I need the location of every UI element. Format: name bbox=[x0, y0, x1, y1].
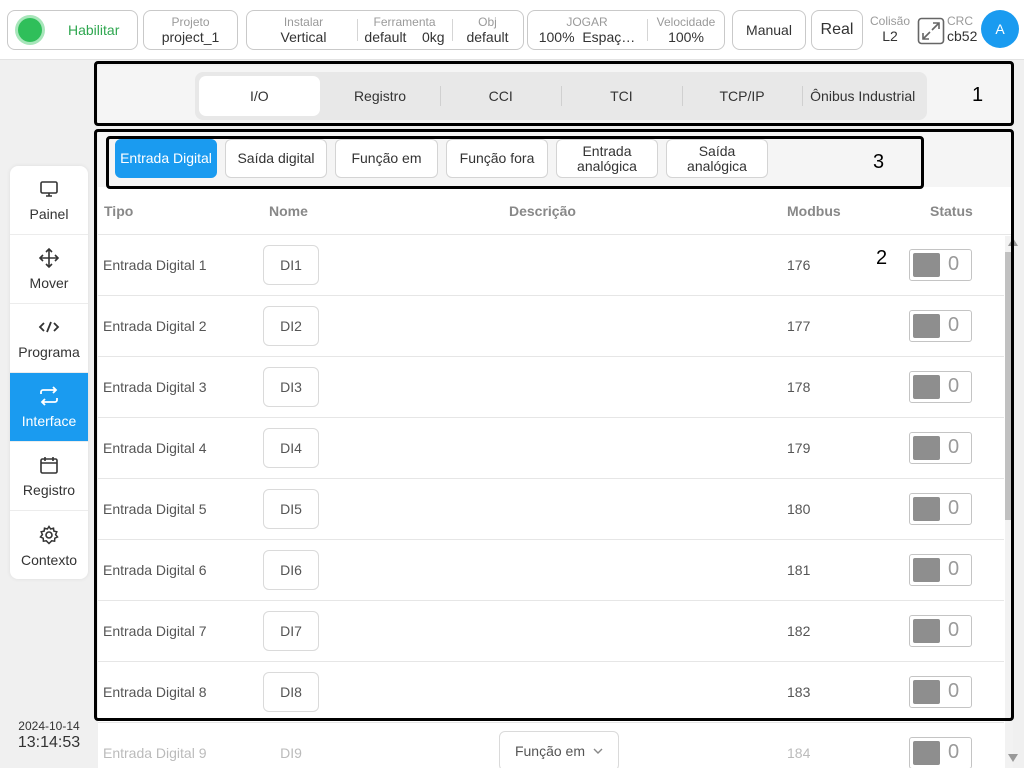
calendar-icon bbox=[38, 454, 60, 476]
function-dropdown-value: Função em bbox=[514, 743, 586, 759]
scroll-down-arrow-icon[interactable] bbox=[1008, 754, 1018, 762]
monitor-icon bbox=[38, 178, 60, 200]
sidebar-item-registro[interactable]: Registro bbox=[10, 442, 88, 511]
swap-arrows-icon bbox=[38, 385, 60, 407]
project-value: project_1 bbox=[161, 28, 220, 45]
tool-weight: 0kg bbox=[422, 28, 445, 45]
sidebar-item-label: Contexto bbox=[20, 551, 78, 568]
obj-label: Obj bbox=[478, 14, 497, 29]
install-value: Vertical bbox=[280, 28, 327, 45]
crc-label: CRC bbox=[947, 14, 973, 28]
project-selector[interactable]: Projeto project_1 bbox=[143, 10, 238, 50]
datetime: 2024-10-14 13:14:53 bbox=[10, 719, 88, 752]
install-tool-obj-group[interactable]: Instalar Vertical Ferramenta default 0kg… bbox=[246, 10, 524, 50]
gear-icon bbox=[38, 524, 60, 546]
sidebar-item-label: Registro bbox=[22, 482, 76, 498]
collision-label: Colisão bbox=[869, 14, 911, 28]
avatar[interactable]: A bbox=[981, 10, 1019, 48]
status-toggle[interactable]: 0 bbox=[909, 737, 972, 768]
crc-value: cb52 bbox=[947, 28, 978, 44]
sidebar-item-label: Painel bbox=[29, 206, 69, 222]
enable-label: Habilitar bbox=[68, 22, 120, 38]
expand-icon[interactable] bbox=[917, 17, 945, 45]
annotation-box-subtabs bbox=[106, 136, 924, 189]
annotation-number: 3 bbox=[873, 151, 885, 173]
speed-value: 100% bbox=[668, 28, 704, 45]
install-label: Instalar bbox=[283, 14, 324, 29]
top-bar: Habilitar Projeto project_1 Instalar Ver… bbox=[0, 0, 1024, 60]
project-label: Projeto bbox=[171, 14, 210, 29]
sidebar: Painel Mover Programa Interface Registro… bbox=[10, 166, 88, 579]
annotation-box-table bbox=[94, 129, 1014, 721]
manual-mode-button[interactable]: Manual bbox=[732, 10, 806, 50]
crc-display: CRC cb52 bbox=[947, 14, 981, 45]
row-modbus: 184 bbox=[787, 745, 811, 761]
row-tipo: Entrada Digital 9 bbox=[103, 745, 207, 761]
date-text: 2024-10-14 bbox=[18, 719, 80, 733]
enable-button[interactable]: Habilitar bbox=[7, 10, 138, 50]
status-value: 0 bbox=[948, 741, 960, 763]
jog-space: Espaç… bbox=[582, 28, 636, 45]
time-text: 13:14:53 bbox=[17, 734, 81, 751]
sidebar-item-label: Programa bbox=[18, 344, 80, 360]
collision-level[interactable]: Colisão L2 bbox=[867, 14, 913, 45]
jog-speed-group[interactable]: JOGAR 100% Espaç… Velocidade 100% bbox=[527, 10, 725, 50]
move-arrows-icon bbox=[38, 247, 60, 269]
tool-value: default bbox=[364, 28, 407, 45]
table-row: Entrada Digital 9 DI9 Função em 184 0 bbox=[98, 723, 1004, 768]
sidebar-item-contexto[interactable]: Contexto bbox=[10, 511, 88, 579]
chevron-down-icon bbox=[593, 748, 603, 754]
real-mode-button[interactable]: Real bbox=[811, 10, 863, 50]
annotation-number: 1 bbox=[972, 84, 984, 106]
jog-value: 100% bbox=[538, 28, 575, 45]
sidebar-item-programa[interactable]: Programa bbox=[10, 304, 88, 373]
function-dropdown[interactable]: Função em bbox=[499, 731, 619, 768]
enable-status-indicator bbox=[18, 18, 42, 42]
collision-value: L2 bbox=[882, 28, 898, 44]
sidebar-item-label: Interface bbox=[21, 413, 77, 429]
sidebar-item-mover[interactable]: Mover bbox=[10, 235, 88, 304]
code-icon bbox=[38, 316, 60, 338]
sidebar-item-painel[interactable]: Painel bbox=[10, 166, 88, 235]
tool-label: Ferramenta bbox=[373, 14, 436, 29]
sidebar-item-interface[interactable]: Interface bbox=[10, 373, 88, 442]
obj-value: default bbox=[466, 28, 509, 45]
annotation-number: 2 bbox=[876, 247, 888, 269]
annotation-box-tabs bbox=[94, 61, 1014, 126]
row-nome[interactable]: DI9 bbox=[263, 733, 319, 768]
jog-label: JOGAR bbox=[566, 14, 608, 29]
sidebar-item-label: Mover bbox=[29, 275, 69, 291]
speed-label: Velocidade bbox=[656, 14, 716, 29]
